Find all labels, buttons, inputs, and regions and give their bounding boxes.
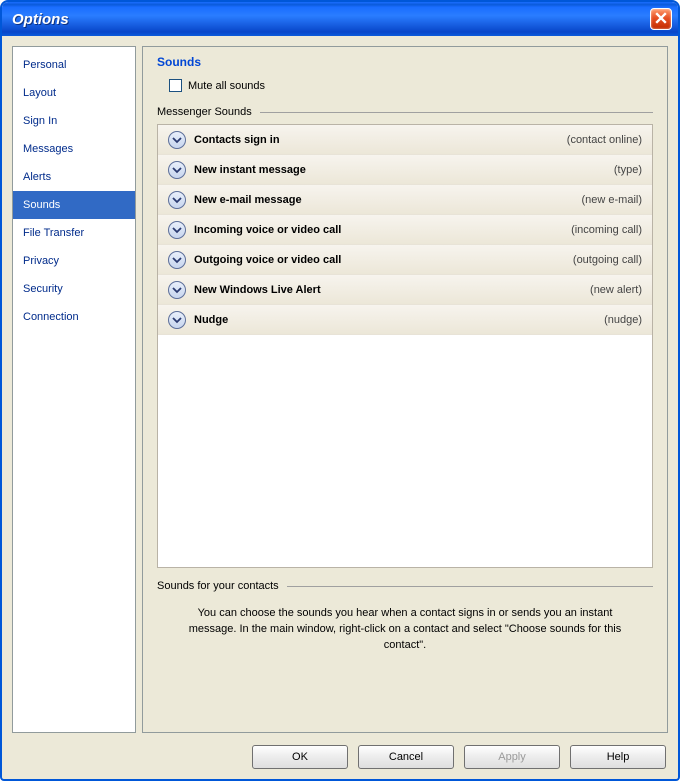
sound-row-nudge[interactable]: Nudge (nudge) [158, 305, 652, 335]
apply-button: Apply [464, 745, 560, 769]
sidebar-item-sign-in[interactable]: Sign In [13, 107, 135, 135]
sidebar-item-connection[interactable]: Connection [13, 303, 135, 331]
sound-row-outgoing-call[interactable]: Outgoing voice or video call (outgoing c… [158, 245, 652, 275]
sidebar-item-security[interactable]: Security [13, 275, 135, 303]
messenger-sounds-group: Messenger Sounds [157, 106, 653, 118]
sound-value: (type) [614, 164, 642, 176]
chevron-down-icon[interactable] [168, 251, 186, 269]
sound-row-new-alert[interactable]: New Windows Live Alert (new alert) [158, 275, 652, 305]
mute-all-sounds-row[interactable]: Mute all sounds [169, 79, 653, 92]
sidebar-item-label: Connection [23, 311, 79, 323]
chevron-down-icon[interactable] [168, 311, 186, 329]
sidebar-item-personal[interactable]: Personal [13, 51, 135, 79]
sound-value: (nudge) [604, 314, 642, 326]
sidebar-item-label: Sign In [23, 115, 57, 127]
group-separator [287, 586, 653, 587]
sound-row-new-instant-message[interactable]: New instant message (type) [158, 155, 652, 185]
sound-label: Incoming voice or video call [194, 224, 571, 236]
chevron-down-icon[interactable] [168, 281, 186, 299]
contacts-sounds-group: Sounds for your contacts [157, 580, 653, 592]
options-window: Options Personal Layout Sign In Messages… [0, 0, 680, 781]
sound-label: New instant message [194, 164, 614, 176]
sound-value: (outgoing call) [573, 254, 642, 266]
chevron-down-icon[interactable] [168, 131, 186, 149]
sidebar-item-privacy[interactable]: Privacy [13, 247, 135, 275]
close-icon [655, 12, 667, 27]
sound-row-contacts-sign-in[interactable]: Contacts sign in (contact online) [158, 125, 652, 155]
group-label: Sounds for your contacts [157, 580, 279, 592]
group-separator [260, 112, 653, 113]
category-sidebar: Personal Layout Sign In Messages Alerts … [12, 46, 136, 733]
sidebar-item-layout[interactable]: Layout [13, 79, 135, 107]
sidebar-item-label: Messages [23, 143, 73, 155]
sidebar-item-label: Personal [23, 59, 66, 71]
sidebar-item-sounds[interactable]: Sounds [13, 191, 135, 219]
sound-value: (new e-mail) [581, 194, 642, 206]
help-button[interactable]: Help [570, 745, 666, 769]
sound-value: (contact online) [567, 134, 642, 146]
titlebar[interactable]: Options [2, 2, 678, 36]
button-label: Help [607, 751, 630, 763]
close-button[interactable] [650, 8, 672, 30]
sidebar-item-label: File Transfer [23, 227, 84, 239]
chevron-down-icon[interactable] [168, 161, 186, 179]
sound-label: Contacts sign in [194, 134, 567, 146]
sound-value: (new alert) [590, 284, 642, 296]
sidebar-item-file-transfer[interactable]: File Transfer [13, 219, 135, 247]
sound-row-incoming-call[interactable]: Incoming voice or video call (incoming c… [158, 215, 652, 245]
mute-label: Mute all sounds [188, 80, 265, 92]
window-title: Options [12, 11, 69, 28]
cancel-button[interactable]: Cancel [358, 745, 454, 769]
sidebar-item-label: Privacy [23, 255, 59, 267]
sidebar-item-messages[interactable]: Messages [13, 135, 135, 163]
contacts-help-text: You can choose the sounds you hear when … [181, 606, 629, 654]
button-bar: OK Cancel Apply Help [12, 733, 668, 771]
sidebar-item-alerts[interactable]: Alerts [13, 163, 135, 191]
dialog-body: Personal Layout Sign In Messages Alerts … [2, 36, 678, 779]
sound-list: Contacts sign in (contact online) New in… [157, 124, 653, 568]
sound-value: (incoming call) [571, 224, 642, 236]
sound-label: Outgoing voice or video call [194, 254, 573, 266]
sidebar-item-label: Sounds [23, 199, 60, 211]
group-label: Messenger Sounds [157, 106, 252, 118]
sounds-panel: Sounds Mute all sounds Messenger Sounds … [142, 46, 668, 733]
sidebar-item-label: Alerts [23, 171, 51, 183]
sound-label: New Windows Live Alert [194, 284, 590, 296]
chevron-down-icon[interactable] [168, 191, 186, 209]
ok-button[interactable]: OK [252, 745, 348, 769]
sound-label: Nudge [194, 314, 604, 326]
sidebar-item-label: Security [23, 283, 63, 295]
sound-label: New e-mail message [194, 194, 581, 206]
button-label: OK [292, 751, 308, 763]
button-label: Apply [498, 751, 526, 763]
panel-title: Sounds [157, 55, 653, 69]
chevron-down-icon[interactable] [168, 221, 186, 239]
sound-row-new-email[interactable]: New e-mail message (new e-mail) [158, 185, 652, 215]
button-label: Cancel [389, 751, 423, 763]
sidebar-item-label: Layout [23, 87, 56, 99]
mute-checkbox[interactable] [169, 79, 182, 92]
